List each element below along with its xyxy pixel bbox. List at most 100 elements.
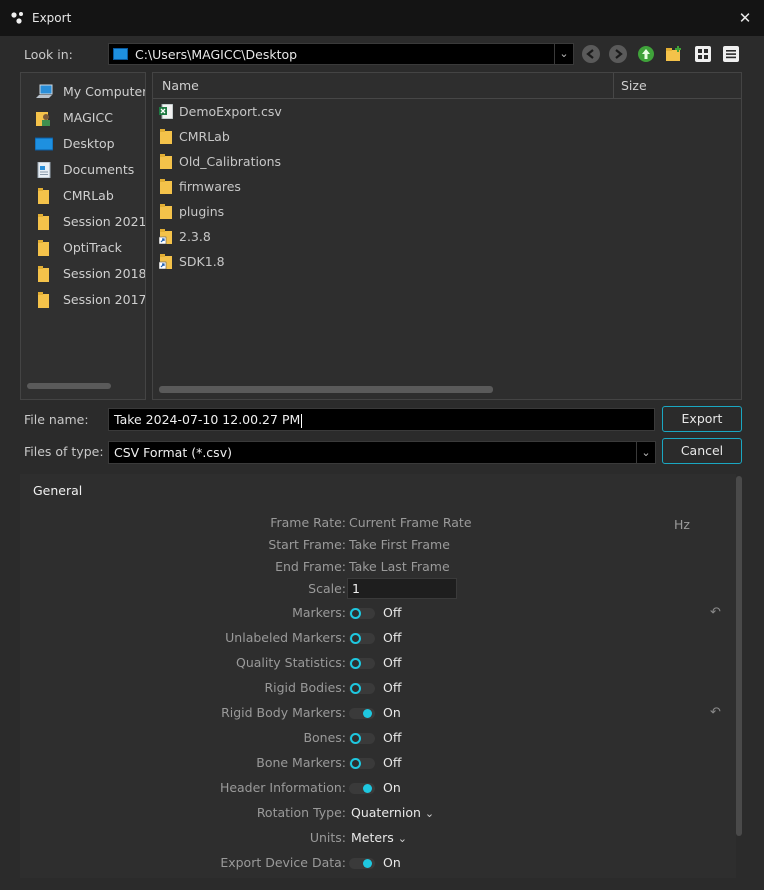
toggle-state: On bbox=[383, 705, 401, 720]
folder-icon bbox=[38, 266, 49, 282]
frame-rate-unit: Hz bbox=[674, 517, 690, 532]
reset-icon[interactable]: ↶ bbox=[710, 605, 721, 620]
rotation-type-dropdown[interactable]: Quaternion ⌄ bbox=[351, 805, 434, 820]
place-label: Desktop bbox=[63, 136, 115, 151]
rigid-bodies-toggle[interactable] bbox=[349, 683, 375, 694]
option-label: Rigid Bodies: bbox=[264, 680, 346, 695]
toggle-state: Off bbox=[383, 755, 402, 770]
option-end-frame: End Frame: Take Last Frame bbox=[20, 556, 736, 578]
place-item[interactable]: Session 2018- bbox=[35, 264, 145, 284]
file-row[interactable]: plugins bbox=[153, 201, 741, 223]
file-type-select[interactable]: CSV Format (*.csv) ⌄ bbox=[108, 441, 656, 464]
chevron-down-icon[interactable]: ⌄ bbox=[636, 442, 655, 463]
cancel-button[interactable]: Cancel bbox=[662, 438, 742, 464]
chevron-down-icon[interactable]: ⌄ bbox=[554, 44, 573, 64]
excel-csv-icon bbox=[159, 104, 173, 119]
computer-icon bbox=[36, 84, 53, 98]
option-bone-markers: Bone Markers: Off bbox=[20, 752, 736, 774]
up-folder-icon[interactable] bbox=[637, 45, 655, 63]
export-button[interactable]: Export bbox=[662, 406, 742, 432]
place-item[interactable]: OptiTrack bbox=[35, 238, 145, 258]
list-view-icon[interactable] bbox=[694, 45, 712, 63]
file-name-label: File name: bbox=[24, 412, 89, 427]
option-label: Markers: bbox=[292, 605, 346, 620]
units-dropdown[interactable]: Meters ⌄ bbox=[351, 830, 407, 845]
option-frame-rate: Frame Rate: Current Frame Rate Hz bbox=[20, 512, 736, 534]
column-divider[interactable] bbox=[613, 73, 614, 98]
places-sidebar[interactable]: My Computer MAGICC Desktop Documents CMR… bbox=[20, 72, 146, 400]
chevron-down-icon: ⌄ bbox=[424, 807, 435, 820]
option-units: Units: Meters ⌄ bbox=[20, 827, 736, 849]
look-in-combo[interactable]: C:\Users\MAGICC\Desktop ⌄ bbox=[108, 43, 574, 65]
place-label: My Computer bbox=[63, 84, 146, 99]
scale-value: 1 bbox=[352, 581, 360, 596]
place-item[interactable]: Documents bbox=[35, 160, 145, 180]
file-row[interactable]: 2.3.8 bbox=[153, 226, 741, 248]
folder-icon bbox=[38, 188, 49, 204]
folder-icon bbox=[38, 292, 49, 308]
scale-input[interactable]: 1 bbox=[347, 578, 457, 599]
places-scrollbar[interactable] bbox=[27, 383, 111, 389]
column-name-header[interactable]: Name bbox=[162, 78, 199, 93]
column-size-header[interactable]: Size bbox=[621, 78, 647, 93]
export-device-data-toggle[interactable] bbox=[349, 858, 375, 869]
option-label: Frame Rate: bbox=[270, 515, 346, 530]
file-list-scrollbar[interactable] bbox=[159, 386, 493, 393]
place-item[interactable]: MAGICC bbox=[35, 108, 145, 128]
quality-statistics-toggle[interactable] bbox=[349, 658, 375, 669]
file-row[interactable]: Old_Calibrations bbox=[153, 151, 741, 173]
back-icon[interactable] bbox=[582, 45, 600, 63]
bone-markers-toggle[interactable] bbox=[349, 758, 375, 769]
place-item[interactable]: Desktop bbox=[35, 134, 145, 154]
option-unlabeled-markers: Unlabeled Markers: Off bbox=[20, 627, 736, 649]
detail-view-icon[interactable] bbox=[722, 45, 740, 63]
start-frame-value[interactable]: Take First Frame bbox=[349, 537, 450, 552]
toggle-state: Off bbox=[383, 605, 402, 620]
place-item[interactable]: My Computer bbox=[35, 82, 146, 102]
file-row[interactable]: DemoExport.csv bbox=[153, 101, 741, 123]
options-scrollbar[interactable] bbox=[736, 476, 742, 836]
title-bar[interactable]: Export ✕ bbox=[0, 0, 764, 36]
option-markers: Markers: Off ↶ bbox=[20, 602, 736, 624]
frame-rate-value[interactable]: Current Frame Rate bbox=[349, 515, 472, 530]
rotation-type-value: Quaternion bbox=[351, 805, 421, 820]
user-folder-icon bbox=[36, 112, 50, 126]
file-name: 2.3.8 bbox=[179, 229, 211, 244]
option-quality-statistics: Quality Statistics: Off bbox=[20, 652, 736, 674]
option-scale: Scale: 1 bbox=[20, 578, 736, 600]
reset-icon[interactable]: ↶ bbox=[710, 705, 721, 720]
option-rigid-body-markers: Rigid Body Markers: On ↶ bbox=[20, 702, 736, 724]
file-list[interactable]: Name Size DemoExport.csv CMRLab Old_Cali… bbox=[152, 72, 742, 400]
option-label: Export Device Data: bbox=[220, 855, 346, 870]
rigid-body-markers-toggle[interactable] bbox=[349, 708, 375, 719]
header-information-toggle[interactable] bbox=[349, 783, 375, 794]
unlabeled-markers-toggle[interactable] bbox=[349, 633, 375, 644]
forward-icon[interactable] bbox=[609, 45, 627, 63]
place-item[interactable]: CMRLab bbox=[35, 186, 145, 206]
place-label: Session 2021- bbox=[63, 214, 146, 229]
new-folder-icon[interactable] bbox=[665, 45, 683, 63]
place-label: Documents bbox=[63, 162, 135, 177]
file-name: DemoExport.csv bbox=[179, 104, 282, 119]
folder-icon bbox=[160, 129, 172, 144]
option-label: End Frame: bbox=[275, 559, 346, 574]
markers-toggle[interactable] bbox=[349, 608, 375, 619]
text-caret bbox=[301, 413, 303, 428]
app-logo-icon bbox=[11, 12, 23, 24]
place-label: OptiTrack bbox=[63, 240, 122, 255]
toggle-state: Off bbox=[383, 655, 402, 670]
file-row[interactable]: firmwares bbox=[153, 176, 741, 198]
toggle-state: On bbox=[383, 855, 401, 870]
file-name-input[interactable]: Take 2024-07-10 12.00.27 PM bbox=[108, 408, 655, 431]
look-in-label: Look in: bbox=[24, 47, 73, 62]
shortcut-folder-icon bbox=[159, 229, 172, 244]
end-frame-value[interactable]: Take Last Frame bbox=[349, 559, 450, 574]
place-item[interactable]: Session 2021- bbox=[35, 212, 146, 232]
close-icon[interactable]: ✕ bbox=[736, 8, 754, 28]
place-item[interactable]: Session 2017- bbox=[35, 290, 145, 310]
file-row[interactable]: CMRLab bbox=[153, 126, 741, 148]
option-label: Bones: bbox=[303, 730, 346, 745]
window-title: Export bbox=[32, 11, 72, 25]
bones-toggle[interactable] bbox=[349, 733, 375, 744]
file-row[interactable]: SDK1.8 bbox=[153, 251, 741, 273]
